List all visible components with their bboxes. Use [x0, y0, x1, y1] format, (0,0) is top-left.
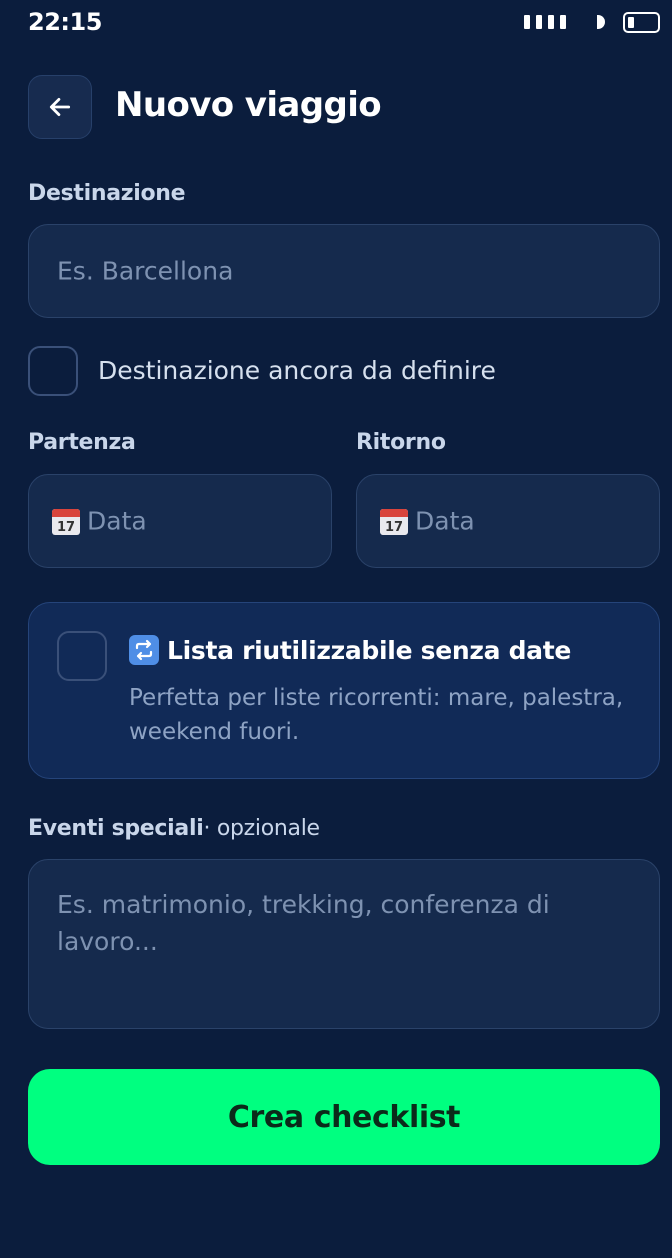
departure-date-input[interactable]: 17 Data: [28, 474, 332, 568]
signal-icon: [524, 15, 566, 29]
events-textarea[interactable]: Es. matrimonio, trekking, conferenza di …: [28, 859, 660, 1029]
status-time: 22:15: [28, 8, 102, 36]
arrow-left-icon: [49, 98, 71, 116]
departure-label: Partenza: [28, 430, 136, 455]
reusable-list-title-text: Lista riutilizzabile senza date: [167, 635, 572, 665]
destination-undefined-label: Destinazione ancora da definire: [98, 356, 496, 385]
calendar-icon: 17: [380, 509, 408, 535]
events-placeholder: Es. matrimonio, trekking, conferenza di …: [57, 890, 550, 956]
svg-text:17: 17: [385, 520, 403, 535]
wifi-icon: [597, 15, 605, 29]
destination-placeholder: Es. Barcellona: [57, 256, 234, 286]
create-checklist-button[interactable]: Crea checklist: [28, 1069, 660, 1165]
reusable-list-description: Perfetta per liste ricorrenti: mare, pal…: [129, 685, 624, 745]
departure-date-placeholder: Data: [87, 506, 147, 536]
back-button[interactable]: [28, 75, 92, 139]
calendar-icon: 17: [52, 509, 80, 535]
destination-undefined-checkbox[interactable]: [28, 346, 78, 396]
events-label: Eventi speciali· opzionale: [28, 816, 320, 841]
status-bar: 22:15: [0, 0, 672, 46]
events-label-text: Eventi speciali: [28, 816, 204, 841]
repeat-icon: [129, 635, 159, 665]
return-date-placeholder: Data: [415, 506, 475, 536]
return-date-input[interactable]: 17 Data: [356, 474, 660, 568]
destination-input[interactable]: Es. Barcellona: [28, 224, 660, 318]
svg-text:17: 17: [57, 520, 75, 535]
destination-label: Destinazione: [28, 181, 186, 206]
events-optional-label: · opzionale: [203, 816, 320, 841]
reusable-list-title: Lista riutilizzabile senza date: [129, 635, 571, 665]
return-label: Ritorno: [356, 430, 446, 455]
reusable-list-checkbox[interactable]: [57, 631, 107, 681]
new-trip-screen: 22:15 Nuovo viaggio Destinazione Es. Bar…: [0, 0, 672, 1258]
reusable-list-card[interactable]: Lista riutilizzabile senza date Perfetta…: [28, 602, 660, 779]
page-title: Nuovo viaggio: [115, 85, 382, 125]
battery-icon: [623, 12, 660, 33]
